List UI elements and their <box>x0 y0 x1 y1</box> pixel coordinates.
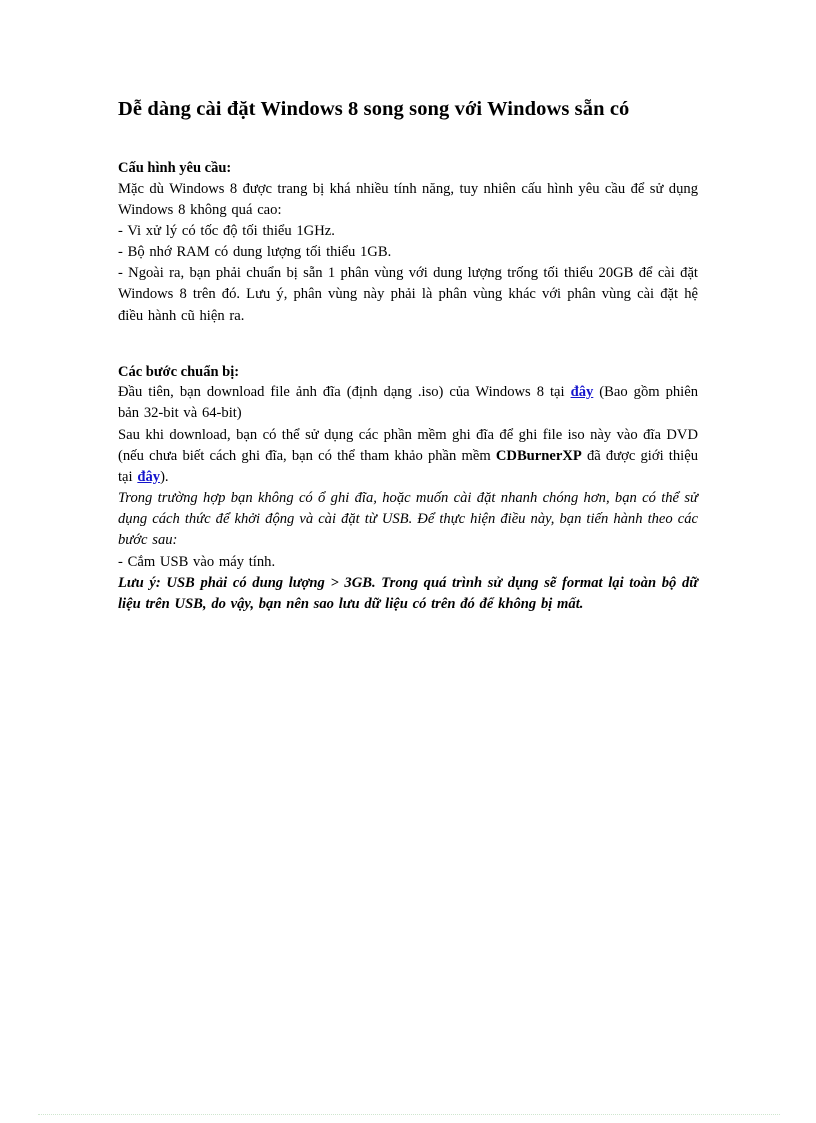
document-page: Dễ dàng cài đặt Windows 8 song song với … <box>0 0 816 1123</box>
requirement-ram: - Bộ nhớ RAM có dung lượng tối thiểu 1GB… <box>118 244 392 261</box>
footer-divider <box>38 1114 780 1116</box>
paragraph-burn-disc: Sau khi download, bạn có thể sử dụng các… <box>118 425 698 488</box>
download-link[interactable]: đây <box>571 384 594 400</box>
paragraph-intro: Mặc dù Windows 8 được trang bị khá nhiều… <box>118 180 698 218</box>
download-text-before-link: Đầu tiên, bạn download file ảnh đĩa (địn… <box>118 384 571 401</box>
burn-text-part3: ). <box>160 468 169 485</box>
paragraph-download: Đầu tiên, bạn download file ảnh đĩa (địn… <box>118 382 698 424</box>
software-name-cdburnerxp: CDBurnerXP <box>495 447 582 464</box>
paragraph-usb-alternative: Trong trường hợp bạn không có ổ ghi đĩa,… <box>118 490 698 549</box>
cdburnerxp-guide-link[interactable]: đây <box>137 469 160 485</box>
requirement-partition: - Ngoài ra, bạn phải chuẩn bị sẵn 1 phân… <box>118 265 698 324</box>
warning-note: Lưu ý: USB phải có dung lượng > 3GB. Tro… <box>118 574 698 612</box>
requirement-cpu: - Vi xử lý có tốc độ tối thiểu 1GHz. <box>118 222 335 239</box>
heading-preparation-steps: Các bước chuẩn bị: <box>118 363 240 380</box>
heading-requirements: Cấu hình yêu cầu: <box>118 160 232 177</box>
step-plug-usb: - Cắm USB vào máy tính. <box>118 553 276 570</box>
document-body: Dễ dàng cài đặt Windows 8 song song với … <box>118 96 698 615</box>
page-title: Dễ dàng cài đặt Windows 8 song song với … <box>118 98 630 120</box>
